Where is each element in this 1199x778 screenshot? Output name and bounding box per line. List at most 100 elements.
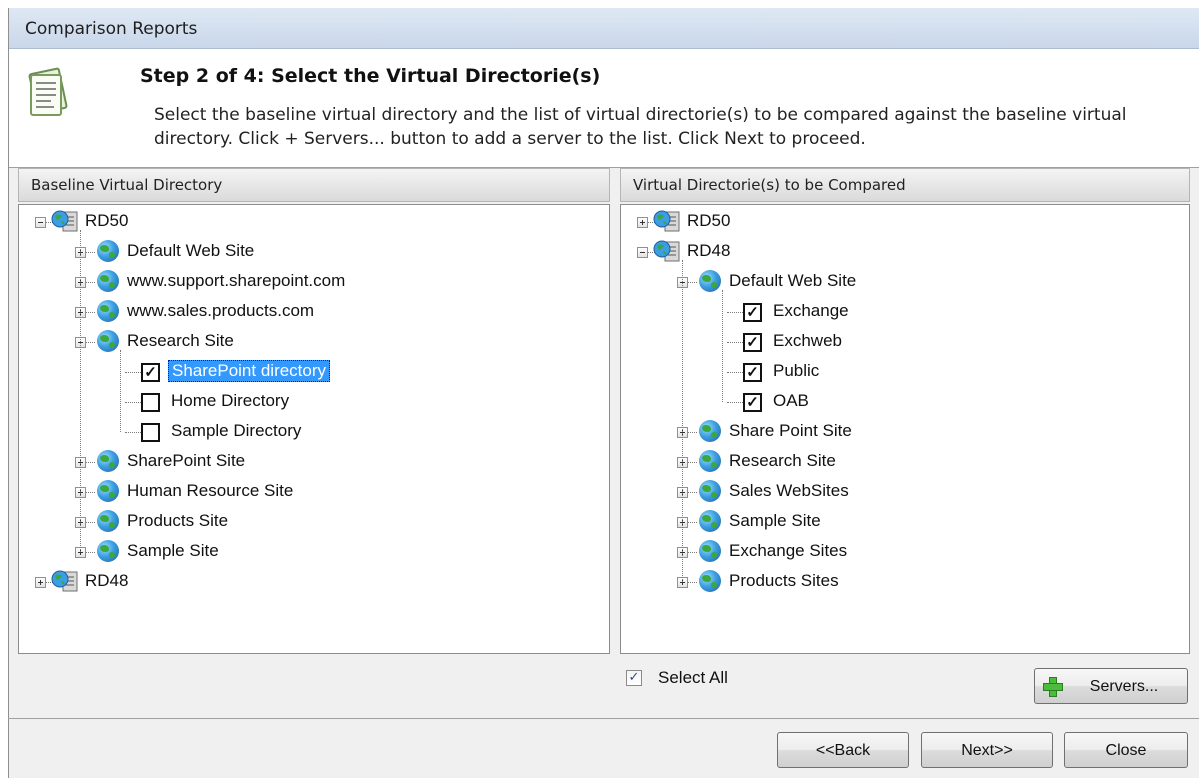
tree-node-label[interactable]: Home Directory: [171, 391, 289, 411]
tree-node-label[interactable]: Exchange: [773, 301, 849, 321]
tree-connector: [687, 522, 697, 523]
tree-node[interactable]: ✓ OAB: [621, 388, 1189, 416]
globe-icon: [699, 570, 721, 592]
tree-node[interactable]: Sample Site: [19, 538, 609, 566]
tree-node[interactable]: www.support.sharepoint.com: [19, 268, 609, 296]
tree-node-label[interactable]: RD50: [85, 211, 128, 231]
tree-node-label[interactable]: Public: [773, 361, 819, 381]
tree-connector: [727, 342, 743, 343]
tree-node[interactable]: Sample Site: [621, 508, 1189, 536]
tree-node-label[interactable]: Default Web Site: [729, 271, 856, 291]
tree-node-label[interactable]: Products Sites: [729, 571, 839, 591]
tree-connector: [687, 282, 697, 283]
tree-node-label[interactable]: Exchange Sites: [729, 541, 847, 561]
select-all-checkbox[interactable]: ✓: [626, 670, 642, 686]
tree-node[interactable]: Research Site: [19, 328, 609, 356]
directory-checkbox[interactable]: ✓: [743, 333, 762, 352]
tree-node[interactable]: ✓ Exchweb: [621, 328, 1189, 356]
tree-node[interactable]: RD48: [19, 568, 609, 596]
baseline-panel-header: Baseline Virtual Directory: [18, 168, 610, 202]
tree-guide-line: [80, 230, 81, 552]
tree-guide-line: [722, 290, 723, 402]
tree-node-label[interactable]: Products Site: [127, 511, 228, 531]
tree-node-label[interactable]: Exchweb: [773, 331, 842, 351]
expand-icon[interactable]: [35, 577, 46, 588]
tree-connector: [125, 432, 141, 433]
tree-node[interactable]: ✓ SharePoint directory: [19, 358, 609, 386]
tree-node[interactable]: Default Web Site: [621, 268, 1189, 296]
tree-node[interactable]: Share Point Site: [621, 418, 1189, 446]
tree-node-label[interactable]: RD50: [687, 211, 730, 231]
globe-icon: [97, 450, 119, 472]
directory-checkbox[interactable]: ✓: [141, 363, 160, 382]
globe-icon: [97, 270, 119, 292]
compare-panel-header: Virtual Directorie(s) to be Compared: [620, 168, 1190, 202]
tree-node-label[interactable]: Research Site: [127, 331, 234, 351]
tree-node-label[interactable]: Sales WebSites: [729, 481, 849, 501]
globe-icon: [97, 510, 119, 532]
tree-node[interactable]: Research Site: [621, 448, 1189, 476]
server-icon: [51, 569, 81, 593]
tree-node-label[interactable]: RD48: [687, 241, 730, 261]
tree-node[interactable]: Products Sites: [621, 568, 1189, 596]
compare-tree[interactable]: RD50 RD48 Default Web Site ✓ Exchange ✓ Exchwe…: [620, 204, 1190, 654]
tree-node-label[interactable]: Sample Directory: [171, 421, 301, 441]
globe-icon: [699, 540, 721, 562]
tree-node[interactable]: Human Resource Site: [19, 478, 609, 506]
report-icon: [28, 67, 68, 116]
tree-node[interactable]: RD50: [621, 208, 1189, 236]
directory-checkbox[interactable]: [141, 393, 160, 412]
tree-node[interactable]: ✓ Exchange: [621, 298, 1189, 326]
tree-node[interactable]: ✓ Public: [621, 358, 1189, 386]
tree-node-label[interactable]: Share Point Site: [729, 421, 852, 441]
directory-checkbox[interactable]: ✓: [743, 363, 762, 382]
close-button[interactable]: Close: [1064, 732, 1188, 768]
tree-node[interactable]: Exchange Sites: [621, 538, 1189, 566]
tree-node-label[interactable]: Sample Site: [127, 541, 219, 561]
directory-checkbox[interactable]: ✓: [743, 393, 762, 412]
tree-connector: [85, 312, 95, 313]
tree-connector: [125, 402, 141, 403]
back-button[interactable]: <<Back: [777, 732, 909, 768]
tree-node-label[interactable]: www.sales.products.com: [127, 301, 314, 321]
tree-connector: [727, 402, 743, 403]
tree-node-label[interactable]: OAB: [773, 391, 809, 411]
collapse-icon[interactable]: [637, 247, 648, 258]
server-icon: [51, 209, 81, 233]
globe-icon: [97, 330, 119, 352]
tree-node-label[interactable]: Default Web Site: [127, 241, 254, 261]
tree-node[interactable]: RD50: [19, 208, 609, 236]
tree-connector: [85, 252, 95, 253]
baseline-tree[interactable]: RD50 Default Web Site www.support.sharepoi…: [18, 204, 610, 654]
tree-node[interactable]: RD48: [621, 238, 1189, 266]
expand-icon[interactable]: [637, 217, 648, 228]
globe-icon: [699, 270, 721, 292]
tree-node[interactable]: www.sales.products.com: [19, 298, 609, 326]
tree-node[interactable]: Products Site: [19, 508, 609, 536]
tree-node-label[interactable]: Human Resource Site: [127, 481, 293, 501]
tree-node[interactable]: SharePoint Site: [19, 448, 609, 476]
tree-node[interactable]: Default Web Site: [19, 238, 609, 266]
next-button[interactable]: Next>>: [921, 732, 1053, 768]
tree-connector: [727, 372, 743, 373]
tree-connector: [687, 462, 697, 463]
tree-node-label[interactable]: Research Site: [729, 451, 836, 471]
tree-node-label[interactable]: SharePoint directory: [168, 360, 331, 382]
tree-node[interactable]: Sample Directory: [19, 418, 609, 446]
select-all-label[interactable]: Select All: [658, 668, 728, 688]
directory-checkbox[interactable]: [141, 423, 160, 442]
tree-node-label[interactable]: Sample Site: [729, 511, 821, 531]
next-button-label: Next>>: [961, 742, 1013, 759]
tree-node[interactable]: Sales WebSites: [621, 478, 1189, 506]
server-icon: [653, 209, 683, 233]
collapse-icon[interactable]: [35, 217, 46, 228]
tree-node-label[interactable]: RD48: [85, 571, 128, 591]
add-servers-button[interactable]: Servers...: [1034, 668, 1188, 704]
tree-node[interactable]: Home Directory: [19, 388, 609, 416]
tree-node-label[interactable]: SharePoint Site: [127, 451, 245, 471]
directory-checkbox[interactable]: ✓: [743, 303, 762, 322]
tree-node-label[interactable]: www.support.sharepoint.com: [127, 271, 345, 291]
tree-guide-line: [120, 350, 121, 432]
globe-icon: [699, 420, 721, 442]
globe-icon: [97, 240, 119, 262]
